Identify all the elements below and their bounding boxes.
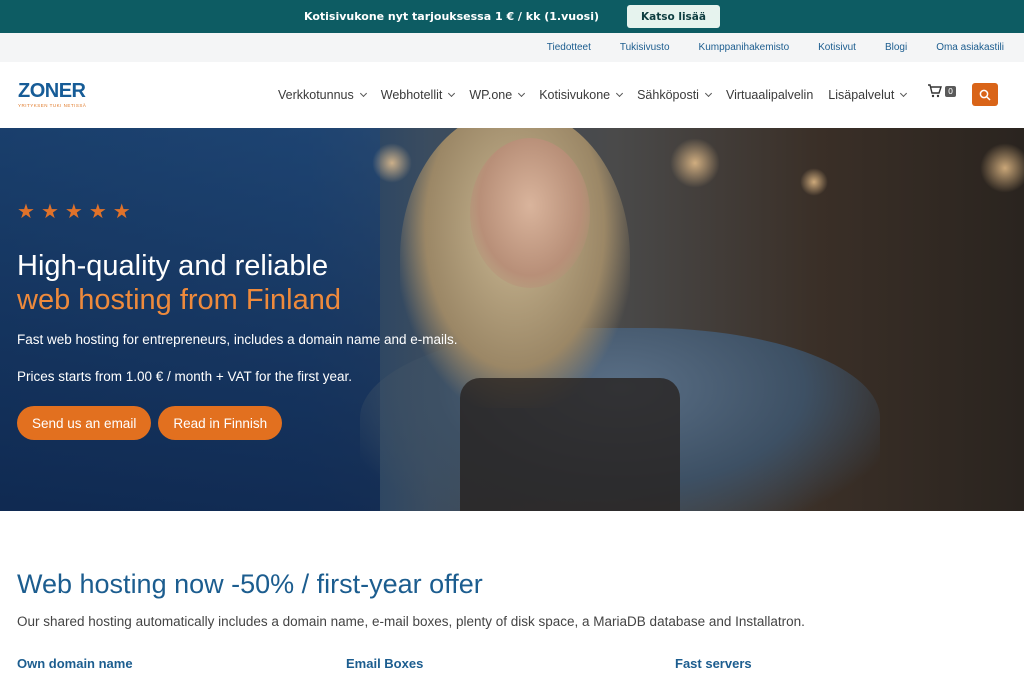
bokeh-light	[372, 143, 412, 183]
hero-title-line2: web hosting from Finland	[17, 284, 341, 316]
menu-item-lisapalvelut[interactable]: Lisäpalvelut	[828, 88, 908, 102]
hero-cta-row: Send us an email Read in Finnish	[17, 406, 457, 440]
chevron-down-icon	[900, 89, 908, 97]
feature-heading-email: Email Boxes	[346, 656, 424, 671]
read-in-finnish-button[interactable]: Read in Finnish	[158, 406, 283, 440]
menu-label: Virtuaalipalvelin	[725, 88, 814, 102]
util-link-tukisivusto[interactable]: Tukisivusto	[620, 42, 670, 53]
cart-count-badge: 0	[945, 85, 957, 97]
star-icon: ★	[112, 199, 131, 223]
send-email-button[interactable]: Send us an email	[17, 406, 152, 440]
menu-label: Kotisivukone	[539, 88, 611, 102]
chevron-down-icon	[518, 89, 526, 97]
star-icon: ★	[40, 199, 59, 223]
hero-subtitle: Fast web hosting for entrepreneurs, incl…	[17, 332, 458, 347]
star-icon: ★	[88, 199, 107, 223]
offer-section: Web hosting now -50% / first-year offer …	[17, 566, 1007, 671]
chevron-down-icon	[616, 89, 624, 97]
primary-menu: Verkkotunnus Webhotellit WP.one Kotisivu…	[278, 62, 921, 128]
feature-heading-servers: Fast servers	[675, 656, 752, 671]
menu-label: Lisäpalvelut	[828, 88, 895, 102]
menu-item-kotisivukone[interactable]: Kotisivukone	[539, 88, 624, 102]
cart-button[interactable]: 0	[927, 84, 957, 98]
util-link-oma-asiakastili[interactable]: Oma asiakastili	[936, 42, 1004, 53]
bokeh-light	[670, 138, 720, 188]
offer-title: Web hosting now -50% / first-year offer	[17, 569, 483, 599]
promo-text: Kotisivukone nyt tarjouksessa 1 € / kk (…	[304, 10, 599, 23]
util-link-blogi[interactable]: Blogi	[885, 42, 907, 53]
rating-stars: ★ ★ ★ ★ ★	[17, 201, 457, 221]
chevron-down-icon	[448, 89, 456, 97]
logo-tagline: YRITYKSEN TUKI NETISSÄ	[18, 103, 87, 108]
search-icon	[979, 89, 991, 101]
util-link-kumppanihakemisto[interactable]: Kumppanihakemisto	[699, 42, 790, 53]
chevron-down-icon	[359, 89, 367, 97]
utility-nav: Tiedotteet Tukisivusto Kumppanihakemisto…	[0, 33, 1024, 62]
logo-wordmark: ZONER	[18, 80, 86, 102]
promo-button[interactable]: Katso lisää	[627, 5, 720, 28]
search-button[interactable]	[972, 83, 998, 106]
hero-photo-apron	[460, 378, 680, 511]
chevron-down-icon	[704, 89, 712, 97]
menu-label: WP.one	[469, 88, 513, 102]
hero-photo-face	[470, 138, 590, 288]
bokeh-light	[980, 143, 1024, 193]
offer-description: Our shared hosting automatically include…	[17, 614, 805, 629]
util-link-kotisivut[interactable]: Kotisivut	[818, 42, 856, 53]
hero-price-line: Prices starts from 1.00 € / month + VAT …	[17, 369, 353, 384]
menu-item-verkkotunnus[interactable]: Verkkotunnus	[278, 88, 367, 102]
hero-title-line1: High-quality and reliable	[17, 250, 329, 282]
main-nav: ZONER YRITYKSEN TUKI NETISSÄ Verkkotunnu…	[0, 62, 1024, 128]
menu-label: Webhotellit	[380, 88, 443, 102]
menu-label: Verkkotunnus	[278, 88, 354, 102]
feature-heading-domain: Own domain name	[17, 656, 133, 671]
hero-banner: ★ ★ ★ ★ ★ High-quality and reliable web …	[0, 128, 1024, 511]
star-icon: ★	[17, 199, 35, 223]
hero-content: ★ ★ ★ ★ ★ High-quality and reliable web …	[17, 201, 457, 440]
menu-label: Sähköposti	[637, 88, 699, 102]
bokeh-light	[800, 168, 828, 196]
star-icon: ★	[64, 199, 83, 223]
promo-bar: Kotisivukone nyt tarjouksessa 1 € / kk (…	[0, 0, 1024, 33]
logo[interactable]: ZONER YRITYKSEN TUKI NETISSÄ	[18, 81, 86, 108]
cart-icon	[928, 84, 942, 98]
feature-list: Own domain name Email Boxes Fast servers	[17, 656, 1007, 674]
menu-item-webhotellit[interactable]: Webhotellit	[380, 88, 456, 102]
menu-item-wpone[interactable]: WP.one	[469, 88, 526, 102]
menu-item-virtuaalipalvelin[interactable]: Virtuaalipalvelin	[726, 88, 813, 102]
menu-item-sahkoposti[interactable]: Sähköposti	[637, 88, 712, 102]
util-link-tiedotteet[interactable]: Tiedotteet	[547, 42, 591, 53]
